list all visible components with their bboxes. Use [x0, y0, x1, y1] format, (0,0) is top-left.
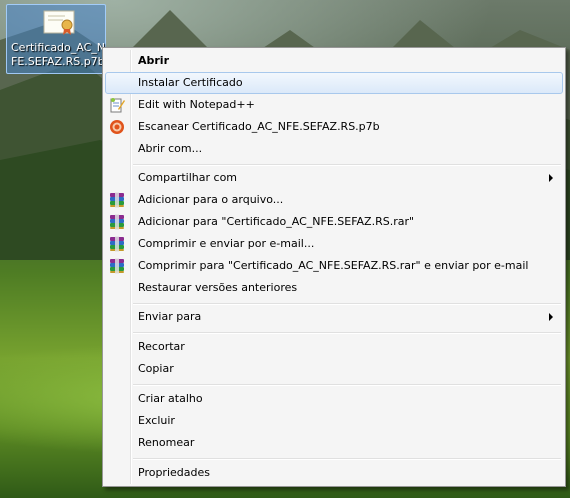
menu-item-criar-atalho[interactable]: Criar atalho: [105, 388, 563, 410]
menu-separator: [133, 458, 561, 460]
menu-item-copiar[interactable]: Copiar: [105, 358, 563, 380]
notepad-icon: [110, 98, 125, 113]
menu-item-adicionar-arquivo[interactable]: Adicionar para o arquivo...: [105, 189, 563, 211]
menu-item-label: Excluir: [138, 414, 175, 427]
menu-item-label: Propriedades: [138, 466, 210, 479]
winrar-icon: [109, 214, 125, 230]
menu-item-label: Compartilhar com: [138, 171, 238, 184]
menu-item-comprimir-email[interactable]: Comprimir e enviar por e-mail...: [105, 233, 563, 255]
menu-item-propriedades[interactable]: Propriedades: [105, 462, 563, 484]
desktop-file-name: Certificado_AC_N FE.SEFAZ.RS.p7b: [11, 41, 106, 69]
menu-item-label: Renomear: [138, 436, 195, 449]
menu-item-adicionar-rar[interactable]: Adicionar para "Certificado_AC_NFE.SEFAZ…: [105, 211, 563, 233]
winrar-icon: [109, 258, 125, 274]
antivirus-icon: [110, 120, 124, 134]
menu-item-recortar[interactable]: Recortar: [105, 336, 563, 358]
menu-item-enviar-para[interactable]: Enviar para: [105, 306, 563, 328]
menu-item-label: Comprimir para "Certificado_AC_NFE.SEFAZ…: [138, 259, 529, 272]
menu-item-comprimir-rar-email[interactable]: Comprimir para "Certificado_AC_NFE.SEFAZ…: [105, 255, 563, 277]
menu-item-restaurar-versoes[interactable]: Restaurar versões anteriores: [105, 277, 563, 299]
menu-item-compartilhar-com[interactable]: Compartilhar com: [105, 167, 563, 189]
menu-item-label: Enviar para: [138, 310, 202, 323]
menu-item-label: Edit with Notepad++: [138, 98, 255, 111]
certificate-file-icon: [43, 10, 75, 35]
menu-separator: [133, 332, 561, 334]
winrar-icon: [109, 236, 125, 252]
desktop-file-certificate[interactable]: Certificado_AC_N FE.SEFAZ.RS.p7b: [6, 4, 106, 74]
menu-separator: [133, 303, 561, 305]
file-name-line-2: FE.SEFAZ.RS.p7b: [11, 55, 105, 68]
menu-item-label: Adicionar para "Certificado_AC_NFE.SEFAZ…: [138, 215, 415, 228]
menu-item-instalar-certificado[interactable]: Instalar Certificado: [105, 72, 563, 94]
menu-item-label: Abrir: [138, 54, 170, 67]
menu-item-label: Instalar Certificado: [138, 76, 243, 89]
menu-item-edit-notepad[interactable]: Edit with Notepad++: [105, 94, 563, 116]
menu-separator: [133, 164, 561, 166]
submenu-arrow-icon: [549, 313, 553, 321]
menu-item-label: Copiar: [138, 362, 174, 375]
menu-item-label: Adicionar para o arquivo...: [138, 193, 284, 206]
menu-item-label: Recortar: [138, 340, 185, 353]
menu-item-label: Abrir com...: [138, 142, 203, 155]
menu-item-excluir[interactable]: Excluir: [105, 410, 563, 432]
menu-item-renomear[interactable]: Renomear: [105, 432, 563, 454]
menu-item-abrir-com[interactable]: Abrir com...: [105, 138, 563, 160]
menu-item-escanear[interactable]: Escanear Certificado_AC_NFE.SEFAZ.RS.p7b: [105, 116, 563, 138]
submenu-arrow-icon: [549, 174, 553, 182]
menu-item-abrir[interactable]: Abrir: [105, 50, 563, 72]
file-name-line-1: Certificado_AC_N: [11, 41, 106, 54]
menu-item-label: Restaurar versões anteriores: [138, 281, 298, 294]
menu-item-label: Escanear Certificado_AC_NFE.SEFAZ.RS.p7b: [138, 120, 380, 133]
context-menu: Abrir Instalar Certificado Edit with Not…: [102, 47, 566, 487]
menu-separator: [133, 384, 561, 386]
winrar-icon: [109, 192, 125, 208]
menu-item-label: Criar atalho: [138, 392, 203, 405]
menu-item-label: Comprimir e enviar por e-mail...: [138, 237, 315, 250]
